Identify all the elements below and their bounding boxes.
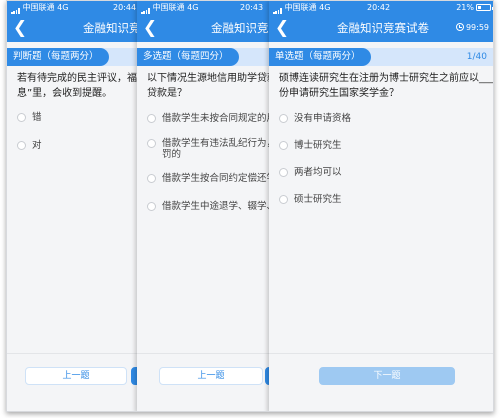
- back-button[interactable]: ❮: [141, 17, 159, 39]
- next-question-button[interactable]: 下一题: [319, 367, 455, 385]
- question-progress: 1/40: [466, 52, 487, 62]
- radio-circle-icon: [147, 174, 156, 183]
- back-button[interactable]: ❮: [11, 17, 29, 39]
- question-line: 以下情况生源地信用助学贷款: [147, 73, 277, 84]
- nav-bar: ❮ 金融知识竞赛: [137, 14, 282, 42]
- back-button[interactable]: ❮: [273, 17, 291, 39]
- battery-icon: [476, 4, 493, 11]
- radio-circle-icon: [279, 195, 288, 204]
- clock-icon: [455, 23, 464, 31]
- carrier-info: 中国联通 4G: [273, 1, 330, 14]
- nav-bar: ❮ 金融知识竞赛: [7, 14, 157, 42]
- signal-icon: [141, 1, 151, 14]
- radio-circle-icon: [147, 139, 156, 148]
- option-label: 错: [32, 112, 42, 123]
- question-line: 若有待完成的民主评议，福建: [17, 73, 147, 84]
- question-text: 若有待完成的民主评议，福建 息”里，会收到提醒。: [17, 71, 157, 101]
- status-bar: 中国联通 4G 20:42 21%: [269, 1, 493, 14]
- option-label: 博士研究生: [294, 140, 342, 151]
- prev-question-button[interactable]: 上一题: [25, 367, 127, 385]
- clock: 20:44: [113, 3, 137, 12]
- battery-percent: 21%: [456, 3, 474, 12]
- option-b[interactable]: 博士研究生: [279, 140, 351, 151]
- status-bar: 中国联通 4G 20:43: [137, 1, 282, 14]
- signal-icon: [273, 1, 283, 14]
- question-line: 息”里，会收到提醒。: [17, 88, 113, 99]
- status-bar: 中国联通 4G 20:44: [7, 1, 157, 14]
- question-text: 以下情况生源地信用助学贷款 贷款是？: [147, 71, 282, 101]
- radio-circle-icon: [147, 202, 156, 211]
- option-label-line: 借款学生有违法乱纪行为，受: [162, 138, 282, 149]
- carrier-name: 中国联通: [152, 3, 185, 12]
- carrier-name: 中国联通: [22, 3, 55, 12]
- option-d[interactable]: 借款学生中途退学、辍学、被: [147, 201, 282, 212]
- screenshot-frame: 中国联通 4G 20:44 ❮ 金融知识竞赛 判断题（每题两分） 若有待完成的民…: [6, 0, 494, 412]
- quiz-panel-single-choice: 中国联通 4G 20:42 21% ❮ 金融知识竞赛试卷 99:59 单选题（每…: [269, 1, 493, 411]
- option-a[interactable]: 没有申请资格: [279, 113, 351, 124]
- option-wrong[interactable]: 错: [17, 112, 42, 123]
- option-label: 硕士研究生: [294, 194, 342, 205]
- question-line: 硕博连读研究生在注册为博士研究生之前应以____身: [279, 73, 494, 84]
- chevron-left-icon: ❮: [142, 18, 158, 38]
- option-label: 对: [32, 140, 42, 151]
- battery-status: 21%: [456, 1, 493, 14]
- carrier-name: 中国联通: [284, 3, 317, 12]
- option-label: 借款学生按合同约定偿还学: [162, 173, 277, 184]
- option-label: 两者均可以: [294, 167, 342, 178]
- quiz-panel-multiple-choice: 中国联通 4G 20:43 ❮ 金融知识竞赛 多选题（每题四分） 以下情况生源地…: [137, 1, 282, 411]
- nav-bar: ❮ 金融知识竞赛试卷 99:59: [269, 14, 493, 42]
- option-a[interactable]: 借款学生未按合同规定的用途: [147, 113, 282, 124]
- carrier-info: 中国联通 4G: [11, 1, 68, 14]
- option-label: 没有申请资格: [294, 113, 352, 124]
- option-label: 借款学生有违法乱纪行为，受 罚的: [162, 138, 282, 160]
- timer-value: 99:59: [465, 23, 489, 32]
- network-type: 4G: [187, 3, 199, 12]
- option-list: 借款学生未按合同规定的用途 借款学生有违法乱纪行为，受 罚的 借款学生按合同约定…: [147, 113, 282, 212]
- option-c[interactable]: 借款学生按合同约定偿还学: [147, 173, 282, 184]
- question-text: 硕博连读研究生在注册为博士研究生之前应以____身 份申请研究生国家奖学金？: [279, 71, 493, 101]
- radio-circle-icon: [17, 141, 26, 150]
- option-right[interactable]: 对: [17, 140, 42, 151]
- option-label-line: 罚的: [162, 149, 182, 160]
- radio-circle-icon: [17, 113, 26, 122]
- question-type-label: 单选题（每题两分）: [269, 48, 371, 66]
- radio-circle-icon: [279, 114, 288, 123]
- network-type: 4G: [319, 3, 331, 12]
- prev-question-button[interactable]: 上一题: [159, 367, 263, 385]
- chevron-left-icon: ❮: [12, 18, 28, 38]
- chevron-left-icon: ❮: [274, 18, 290, 38]
- question-line: 份申请研究生国家奖学金？: [279, 88, 399, 99]
- clock: 20:42: [367, 3, 391, 12]
- option-list: 没有申请资格 博士研究生 两者均可以 硕士研究生: [279, 113, 351, 205]
- question-type-label: 多选题（每题四分）: [137, 48, 239, 66]
- clock: 20:43: [240, 3, 264, 12]
- option-c[interactable]: 两者均可以: [279, 167, 351, 178]
- option-label: 借款学生未按合同规定的用途: [162, 113, 282, 124]
- countdown-timer: 99:59: [455, 22, 489, 34]
- question-type-label: 判断题（每题两分）: [7, 48, 109, 66]
- carrier-info: 中国联通 4G: [141, 1, 198, 14]
- signal-icon: [11, 1, 21, 14]
- option-d[interactable]: 硕士研究生: [279, 194, 351, 205]
- page-title: 金融知识竞赛试卷: [337, 21, 429, 35]
- radio-circle-icon: [147, 114, 156, 123]
- option-list: 错 对: [17, 112, 42, 151]
- radio-circle-icon: [279, 168, 288, 177]
- radio-circle-icon: [279, 141, 288, 150]
- option-label: 借款学生中途退学、辍学、被: [162, 201, 282, 212]
- question-line: 贷款是？: [147, 88, 187, 99]
- quiz-panel-true-false: 中国联通 4G 20:44 ❮ 金融知识竞赛 判断题（每题两分） 若有待完成的民…: [7, 1, 157, 411]
- option-b[interactable]: 借款学生有违法乱纪行为，受 罚的: [147, 138, 282, 160]
- network-type: 4G: [57, 3, 69, 12]
